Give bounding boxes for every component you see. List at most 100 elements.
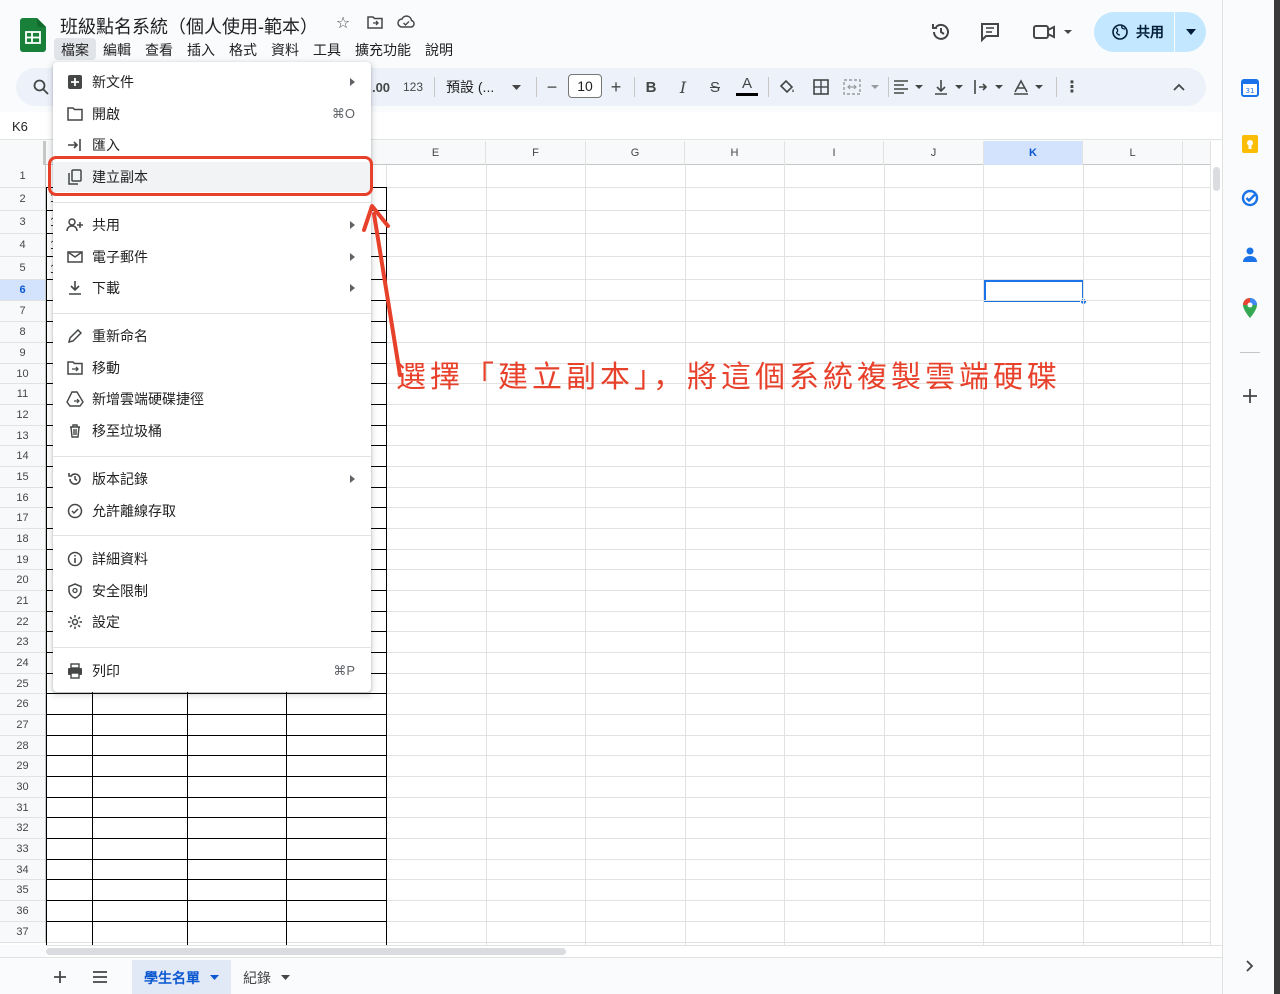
menu-format[interactable]: 格式 — [222, 38, 264, 60]
maps-icon[interactable] — [1240, 298, 1260, 318]
comments-icon[interactable] — [974, 16, 1006, 48]
decrease-font-size-button[interactable]: − — [544, 74, 560, 100]
row-header-30[interactable]: 30 — [0, 777, 46, 798]
menu-insert[interactable]: 插入 — [180, 38, 222, 60]
document-title[interactable]: 班級點名系統（個人使用-範本） — [60, 13, 318, 39]
version-history-icon[interactable] — [925, 16, 957, 48]
row-header-26[interactable]: 26 — [0, 694, 46, 715]
tasks-icon[interactable] — [1240, 188, 1260, 208]
row-header-34[interactable]: 34 — [0, 860, 46, 880]
row-header-32[interactable]: 32 — [0, 818, 46, 839]
row-header-27[interactable]: 27 — [0, 715, 46, 736]
column-header-g[interactable]: G — [586, 141, 685, 165]
menu-item-share[interactable]: 共用 — [53, 210, 371, 240]
row-header-4[interactable]: 4 — [0, 234, 46, 257]
row-header-9[interactable]: 9 — [0, 343, 46, 364]
contacts-icon[interactable] — [1240, 244, 1260, 264]
add-sheet-icon[interactable] — [48, 966, 72, 988]
text-wrap-icon[interactable] — [972, 74, 1006, 100]
horizontal-scrollbar[interactable] — [46, 945, 1222, 957]
row-header-5[interactable]: 5 — [0, 257, 46, 280]
row-header-20[interactable]: 20 — [0, 570, 46, 591]
row-header-19[interactable]: 19 — [0, 550, 46, 570]
menu-item-open[interactable]: 開啟 ⌘O — [53, 99, 371, 129]
menu-file[interactable]: 檔案 — [54, 38, 96, 60]
row-header-28[interactable]: 28 — [0, 736, 46, 756]
row-header-17[interactable]: 17 — [0, 508, 46, 529]
menu-tools[interactable]: 工具 — [306, 38, 348, 60]
vertical-scroll-thumb[interactable] — [1213, 167, 1220, 191]
row-header-35[interactable]: 35 — [0, 880, 46, 901]
column-header-l[interactable]: L — [1083, 141, 1183, 165]
row-header-37[interactable]: 37 — [0, 922, 46, 943]
meet-video-icon[interactable] — [1028, 16, 1076, 48]
menu-item-rename[interactable]: 重新命名 — [53, 321, 371, 351]
row-header-2[interactable]: 2 — [0, 188, 46, 211]
font-size-input[interactable]: 10 — [568, 74, 602, 98]
increase-decimal-button[interactable]: .00 — [370, 74, 392, 100]
row-header-12[interactable]: 12 — [0, 405, 46, 426]
text-rotation-icon[interactable] — [1012, 74, 1046, 100]
row-header-33[interactable]: 33 — [0, 839, 46, 860]
sheet-tab-student-list[interactable]: 學生名單 — [132, 960, 231, 994]
menu-item-add-shortcut[interactable]: 新增雲端硬碟捷徑 — [53, 384, 371, 414]
row-header-29[interactable]: 29 — [0, 756, 46, 777]
strikethrough-button[interactable]: S — [706, 74, 724, 100]
row-header-22[interactable]: 22 — [0, 612, 46, 632]
all-sheets-icon[interactable] — [88, 966, 112, 988]
share-main-button[interactable]: 共用 — [1094, 12, 1174, 52]
more-options-icon[interactable]: ⋮ — [1064, 74, 1080, 100]
increase-font-size-button[interactable]: + — [608, 74, 624, 100]
merge-cells-icon[interactable] — [842, 74, 882, 100]
row-header-36[interactable]: 36 — [0, 901, 46, 922]
menu-item-details[interactable]: 詳細資料 — [53, 544, 371, 574]
star-icon[interactable]: ☆ — [334, 15, 352, 33]
fill-color-icon[interactable] — [776, 74, 798, 100]
selected-cell-k6[interactable] — [984, 280, 1084, 302]
row-header-25[interactable]: 25 — [0, 674, 46, 694]
menu-help[interactable]: 說明 — [418, 38, 460, 60]
menu-item-trash[interactable]: 移至垃圾桶 — [53, 416, 371, 446]
column-header-j[interactable]: J — [884, 141, 984, 165]
borders-icon[interactable] — [810, 74, 832, 100]
menu-item-new[interactable]: 新文件 — [53, 67, 371, 97]
menu-item-email[interactable]: 電子郵件 — [53, 242, 371, 272]
move-folder-icon[interactable] — [366, 15, 384, 33]
menu-item-version-history[interactable]: 版本記錄 — [53, 464, 371, 494]
row-header-1[interactable]: 1 — [0, 165, 46, 188]
menu-item-move[interactable]: 移動 — [53, 353, 371, 383]
column-header-i[interactable]: I — [785, 141, 884, 165]
select-all-corner[interactable] — [0, 141, 46, 165]
row-header-6[interactable]: 6 — [0, 280, 46, 301]
name-box[interactable]: K6 — [12, 119, 28, 134]
menu-extensions[interactable]: 擴充功能 — [348, 38, 418, 60]
menu-item-settings[interactable]: 設定 — [53, 607, 371, 637]
menu-item-security[interactable]: 安全限制 — [53, 576, 371, 606]
menu-item-offline[interactable]: 允許離線存取 — [53, 496, 371, 526]
menu-data[interactable]: 資料 — [264, 38, 306, 60]
menu-edit[interactable]: 編輯 — [96, 38, 138, 60]
menu-item-print[interactable]: 列印 ⌘P — [53, 656, 371, 686]
row-header-31[interactable]: 31 — [0, 798, 46, 818]
horizontal-scroll-thumb[interactable] — [46, 948, 566, 955]
row-header-15[interactable]: 15 — [0, 467, 46, 488]
collapse-toolbar-icon[interactable] — [1168, 74, 1190, 100]
cloud-saved-icon[interactable] — [397, 15, 415, 33]
add-addon-icon[interactable] — [1240, 386, 1260, 406]
vertical-scrollbar[interactable] — [1210, 141, 1222, 945]
search-menus-icon[interactable] — [30, 74, 52, 100]
column-header-f[interactable]: F — [486, 141, 586, 165]
keep-icon[interactable] — [1240, 134, 1260, 154]
row-header-8[interactable]: 8 — [0, 322, 46, 343]
share-dropdown[interactable] — [1175, 12, 1206, 52]
column-header-e[interactable]: E — [386, 141, 486, 165]
expand-panel-icon[interactable] — [1240, 956, 1260, 976]
calendar-icon[interactable]: 31 — [1240, 78, 1260, 98]
menu-view[interactable]: 查看 — [138, 38, 180, 60]
row-header-10[interactable]: 10 — [0, 364, 46, 384]
horizontal-align-icon[interactable] — [892, 74, 926, 100]
share-button[interactable]: 共用 — [1094, 12, 1206, 52]
vertical-align-icon[interactable] — [932, 74, 966, 100]
font-family-select[interactable]: 預設 (... — [446, 74, 526, 100]
row-header-21[interactable]: 21 — [0, 591, 46, 612]
